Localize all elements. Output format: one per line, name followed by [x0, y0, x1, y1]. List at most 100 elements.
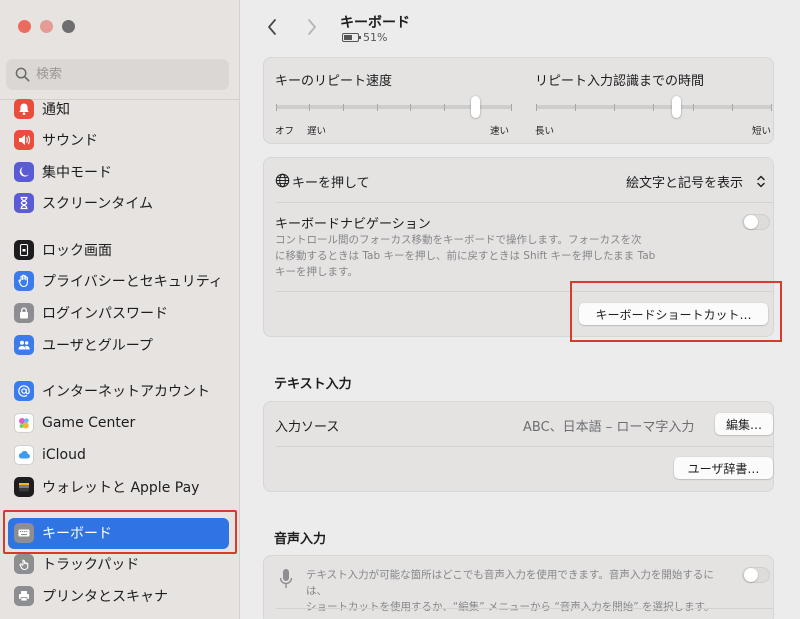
keyboard-navigation-toggle[interactable] — [742, 214, 770, 230]
slider-tick — [614, 104, 615, 111]
text-input-card: 入力ソース ABC、日本語 – ローマ字入力 編集… ユーザ辞書… — [263, 401, 774, 492]
row-divider — [276, 446, 773, 447]
repeat-delay-label: リピート入力認識までの時間 — [535, 74, 705, 89]
dictation-toggle[interactable] — [742, 567, 770, 583]
hourglass-icon — [14, 193, 34, 213]
slider-tick — [653, 104, 654, 111]
keyboard-navigation-label: キーボードナビゲーション — [275, 217, 431, 232]
microphone-icon — [279, 569, 293, 588]
sidebar-item-label: トラックパッド — [42, 557, 140, 573]
lock-icon — [14, 303, 34, 323]
key-repeat-rate-label: キーのリピート速度 — [275, 74, 393, 89]
forward-button[interactable] — [302, 17, 322, 37]
sidebar-item-wallet[interactable]: ウォレットと Apple Pay — [14, 474, 234, 500]
sidebar-item-focus[interactable]: 集中モード — [14, 159, 234, 185]
sidebar-item-label: スクリーンタイム — [42, 196, 154, 212]
minimize-window-button[interactable] — [40, 20, 53, 33]
rate-slow-label: 遅い — [307, 126, 327, 137]
sidebar-item-privacy[interactable]: プライバシーとセキュリティ — [14, 268, 234, 294]
slider-tick — [309, 104, 310, 111]
input-sources-value: ABC、日本語 – ローマ字入力 — [523, 420, 695, 435]
sidebar-item-notifications[interactable]: 通知 — [14, 96, 234, 122]
user-dictionary-button[interactable]: ユーザ辞書… — [674, 457, 773, 479]
main-pane: キーボード 51% キーのリピート速度 オフ 遅い 速い リピート入力認識までの… — [241, 0, 800, 619]
game-center-icon — [14, 413, 34, 433]
keyboard-navigation-description: コントロール間のフォーカス移動をキーボードで操作します。フォーカスを次 に移動す… — [275, 232, 655, 280]
row-divider — [276, 608, 773, 609]
slider-tick — [693, 104, 694, 111]
slider-knob[interactable] — [672, 96, 681, 118]
speaker-icon — [14, 130, 34, 150]
lock-screen-icon — [14, 240, 34, 260]
sidebar-item-label: プリンタとスキャナ — [42, 589, 168, 605]
moon-icon — [14, 162, 34, 182]
sidebar-item-users-groups[interactable]: ユーザとグループ — [14, 332, 234, 358]
sidebar-item-label: Game Center — [42, 415, 136, 431]
edit-input-sources-button[interactable]: 編集… — [715, 413, 773, 435]
slider-tick — [536, 104, 537, 111]
page-title: キーボード — [340, 15, 410, 31]
window-controls — [18, 20, 75, 33]
cloud-icon — [14, 445, 34, 465]
sidebar-item-label: iCloud — [42, 447, 86, 463]
dictation-card: テキスト入力が可能な箇所はどこでも音声入力を使用できます。音声入力を開始するには… — [263, 555, 774, 619]
sidebar-item-internet-accounts[interactable]: インターネットアカウント — [14, 378, 234, 404]
battery-percentage: 51% — [363, 31, 388, 44]
sidebar-item-trackpad[interactable]: トラックパッド — [14, 551, 234, 577]
sidebar-item-label: ウォレットと Apple Pay — [42, 480, 200, 496]
sidebar-item-sound[interactable]: サウンド — [14, 127, 234, 153]
sidebar-item-label: ユーザとグループ — [42, 338, 153, 354]
sidebar-item-label: ログインパスワード — [42, 306, 168, 322]
slider-tick — [732, 104, 733, 111]
row-divider — [276, 202, 773, 203]
rate-min-label: オフ — [275, 126, 295, 137]
battery-icon — [342, 33, 361, 42]
sidebar-item-label: プライバシーとセキュリティ — [42, 274, 223, 290]
input-sources-label: 入力ソース — [275, 420, 340, 435]
description-line: テキスト入力が可能な箇所はどこでも音声入力を使用できます。音声入力を開始するには… — [306, 569, 714, 597]
slider-track — [536, 105, 772, 109]
slider-tick — [377, 104, 378, 111]
close-window-button[interactable] — [18, 20, 31, 33]
hand-icon — [14, 271, 34, 291]
press-key-label: キーを押して — [292, 176, 370, 191]
sidebar-item-label: 集中モード — [42, 165, 112, 181]
slider-tick — [276, 104, 277, 111]
slider-tick — [511, 104, 512, 111]
sidebar-item-printers[interactable]: プリンタとスキャナ — [14, 583, 234, 609]
press-key-value: 絵文字と記号を表示 — [626, 176, 744, 191]
zoom-window-button[interactable] — [62, 20, 75, 33]
slider-knob[interactable] — [471, 96, 480, 118]
sidebar: 通知 サウンド 集中モード スクリーンタイム ロック画面 プライバシーとセキュリ… — [0, 0, 240, 619]
users-icon — [14, 335, 34, 355]
sidebar-item-icloud[interactable]: iCloud — [14, 442, 234, 468]
sidebar-item-lock-screen[interactable]: ロック画面 — [14, 237, 234, 263]
back-button[interactable] — [262, 17, 282, 37]
slider-tick — [575, 104, 576, 111]
slider-tick — [410, 104, 411, 111]
sidebar-item-label: 通知 — [42, 102, 70, 118]
description-line: キーを押します。 — [275, 266, 358, 278]
printer-icon — [14, 586, 34, 606]
battery-status: 51% — [342, 31, 387, 44]
key-repeat-card: キーのリピート速度 オフ 遅い 速い リピート入力認識までの時間 長い 短い — [263, 57, 774, 144]
search-input[interactable] — [36, 67, 216, 82]
description-line: コントロール間のフォーカス移動をキーボードで操作します。フォーカスを次 — [275, 234, 642, 246]
sidebar-item-screen-time[interactable]: スクリーンタイム — [14, 190, 234, 216]
text-input-section-title: テキスト入力 — [274, 377, 352, 392]
search-field[interactable] — [6, 59, 229, 90]
sidebar-item-game-center[interactable]: Game Center — [14, 410, 234, 436]
sidebar-item-label: サウンド — [42, 133, 98, 149]
sidebar-item-login-password[interactable]: ログインパスワード — [14, 300, 234, 326]
chevron-left-icon — [268, 19, 276, 35]
chevron-updown-icon — [757, 175, 765, 188]
delay-short-label: 短い — [752, 126, 772, 137]
keyboard-icon — [14, 523, 34, 543]
rate-fast-label: 速い — [490, 126, 510, 137]
wallet-icon — [14, 477, 34, 497]
sidebar-item-keyboard[interactable]: キーボード — [14, 520, 234, 546]
description-line: ショートカットを使用するか、“編集” メニューから “音声入力を開始” を選択し… — [306, 601, 715, 613]
delay-long-label: 長い — [535, 126, 555, 137]
press-key-popup[interactable]: 絵文字と記号を表示 — [624, 170, 769, 192]
search-icon — [15, 67, 30, 82]
